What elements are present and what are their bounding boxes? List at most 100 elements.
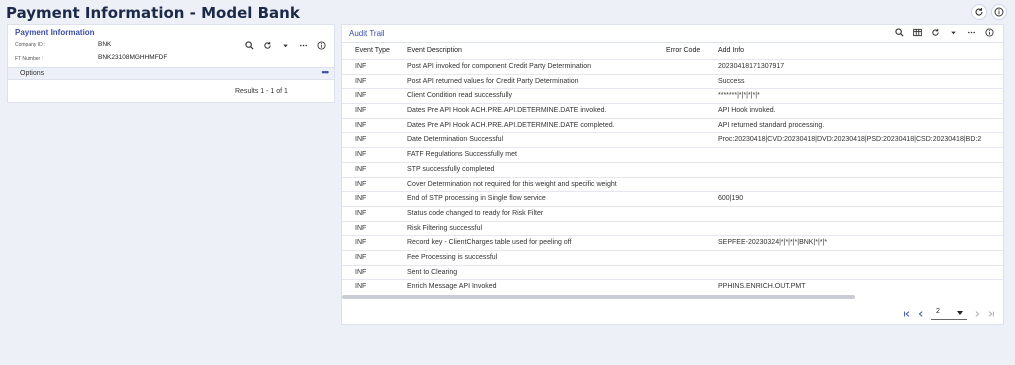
results-count: Results 1 - 1 of 1	[235, 88, 288, 95]
table-row[interactable]: INF Post API returned values for Credit P…	[342, 73, 1003, 89]
horizontal-scrollbar[interactable]	[342, 295, 855, 299]
event-description-cell: Cover Determination not required for thi…	[407, 180, 617, 188]
options-label: Options	[20, 70, 45, 77]
event-type-cell: INF	[355, 268, 367, 276]
company-id-value: BNK	[98, 41, 112, 48]
table-row[interactable]: INF Dates Pre API Hook ACH.PRE.API.DETERM…	[342, 103, 1003, 118]
payment-information-panel: Payment Information Company ID : BNK FT …	[7, 24, 335, 103]
add-info-cell: 600|190	[718, 195, 744, 203]
event-description-cell: Dates Pre API Hook ACH.PRE.API.DETERMINE…	[407, 107, 607, 115]
info-icon[interactable]	[317, 41, 326, 50]
more-icon[interactable]	[967, 28, 976, 37]
event-description-cell: FATF Regulations Successfully met	[407, 151, 517, 159]
event-description-cell: STP successfully completed	[407, 165, 495, 173]
event-description-cell: Sent to Clearing	[407, 268, 458, 276]
event-description-cell: Date Determination Successful	[407, 136, 504, 144]
column-header-event-type[interactable]: Event Type	[355, 47, 390, 54]
refresh-button[interactable]	[971, 4, 987, 20]
previous-page-icon[interactable]	[917, 310, 925, 318]
event-description-cell: Record key - ClientCharges table used fo…	[407, 239, 572, 247]
event-type-cell: INF	[355, 63, 367, 70]
pagination: 2	[903, 308, 995, 320]
audit-table-body: INF Post API invoked for component Credit…	[342, 59, 1003, 294]
ft-number-label: FT Number :	[15, 56, 43, 62]
event-description-cell: Dates Pre API Hook ACH.PRE.API.DETERMINE…	[407, 121, 615, 129]
event-description-cell: Status code changed to ready for Risk Fi…	[407, 209, 544, 217]
table-row[interactable]: INF Post API invoked for component Credit…	[342, 59, 1003, 74]
chevron-down-icon[interactable]	[949, 28, 958, 37]
add-info-cell: API returned standard processing.	[718, 121, 825, 129]
table-row[interactable]: INF Risk Filtering successful	[342, 220, 1003, 236]
event-type-cell: INF	[355, 180, 367, 188]
column-header-error-code[interactable]: Error Code	[666, 47, 700, 54]
event-type-cell: INF	[355, 239, 367, 247]
info-button[interactable]	[991, 4, 1007, 20]
event-description-cell: Client Condition read successfully	[407, 92, 513, 100]
table-row[interactable]: INF Cover Determination not required for …	[342, 176, 1003, 192]
table-row[interactable]: INF STP successfully completed	[342, 161, 1003, 177]
event-type-cell: INF	[355, 253, 367, 261]
add-info-cell: 20230418171307917	[718, 63, 785, 70]
event-type-cell: INF	[355, 209, 367, 217]
page-number-value: 2	[936, 308, 940, 315]
panel-toolbar	[245, 41, 326, 50]
event-description-cell: Post API returned values for Credit Part…	[407, 77, 579, 85]
table-row[interactable]: INF Dates Pre API Hook ACH.PRE.API.DETERM…	[342, 117, 1003, 133]
event-type-cell: INF	[355, 121, 367, 129]
options-bar[interactable]: Options •••	[8, 67, 334, 80]
first-page-icon[interactable]	[903, 310, 911, 318]
more-icon[interactable]	[299, 41, 308, 50]
company-id-label: Company ID :	[15, 42, 46, 48]
refresh-icon[interactable]	[931, 28, 940, 37]
header-divider	[342, 42, 1003, 43]
search-icon[interactable]	[895, 28, 904, 37]
chevron-down-icon	[957, 311, 963, 315]
event-type-cell: INF	[355, 107, 367, 115]
add-info-cell: PPHINS.ENRICH.OUT.PMT	[718, 283, 806, 291]
table-row[interactable]: INF Client Condition read successfully ***…	[342, 88, 1003, 103]
add-info-cell: Success	[718, 77, 745, 85]
audit-toolbar	[895, 28, 994, 37]
add-info-cell: *******|*|*|*|*|*	[718, 92, 760, 100]
event-description-cell: Enrich Message API Invoked	[407, 283, 497, 291]
table-row[interactable]: INF Enrich Message API Invoked PPHINS.ENRI…	[342, 279, 1003, 294]
audit-trail-title: Audit Trail	[349, 29, 385, 38]
add-info-cell: SEPFEE-20230324|*|*|*|*|BNK|*|*|*	[718, 239, 828, 247]
last-page-icon[interactable]	[987, 310, 995, 318]
event-type-cell: INF	[355, 151, 367, 159]
table-row[interactable]: INF FATF Regulations Successfully met	[342, 147, 1003, 162]
panel-title: Payment Information	[15, 28, 95, 37]
column-header-add-info[interactable]: Add Info	[718, 47, 744, 54]
event-type-cell: INF	[355, 224, 367, 232]
event-type-cell: INF	[355, 195, 367, 203]
table-row[interactable]: INF Fee Processing is successful	[342, 249, 1003, 265]
event-type-cell: INF	[355, 136, 367, 144]
add-info-cell: Proc:20230418|CVD:20230418|DVD:20230418|…	[718, 136, 982, 144]
chevron-down-icon[interactable]	[281, 41, 290, 50]
event-type-cell: INF	[355, 77, 367, 85]
info-icon	[994, 7, 1004, 17]
event-type-cell: INF	[355, 283, 367, 291]
table-row[interactable]: INF Record key - ClientCharges table used…	[342, 235, 1003, 250]
event-description-cell: Post API invoked for component Credit Pa…	[407, 63, 592, 70]
add-info-cell: API Hook invoked.	[718, 107, 776, 115]
column-header-event-description[interactable]: Event Description	[407, 47, 462, 54]
event-type-cell: INF	[355, 165, 367, 173]
next-page-icon[interactable]	[973, 310, 981, 318]
refresh-icon	[975, 8, 983, 16]
page-number-select[interactable]: 2	[931, 308, 967, 320]
ft-number-value: BNK23108MGHHMFDF	[98, 54, 168, 61]
columns-icon[interactable]	[913, 28, 922, 37]
search-icon[interactable]	[245, 41, 254, 50]
event-type-cell: INF	[355, 92, 367, 100]
event-description-cell: Risk Filtering successful	[407, 224, 483, 232]
options-menu-icon[interactable]: •••	[322, 67, 330, 77]
page-title: Payment Information - Model Bank	[6, 4, 300, 22]
audit-trail-panel: Audit Trail Event Type Event Description…	[341, 24, 1004, 325]
refresh-icon[interactable]	[263, 41, 272, 50]
table-row[interactable]: INF End of STP processing in Single flow …	[342, 191, 1003, 206]
info-icon[interactable]	[985, 28, 994, 37]
table-row[interactable]: INF Status code changed to ready for Risk…	[342, 205, 1003, 221]
table-row[interactable]: INF Date Determination Successful Proc:202…	[342, 132, 1003, 147]
table-row[interactable]: INF Sent to Clearing	[342, 264, 1003, 280]
